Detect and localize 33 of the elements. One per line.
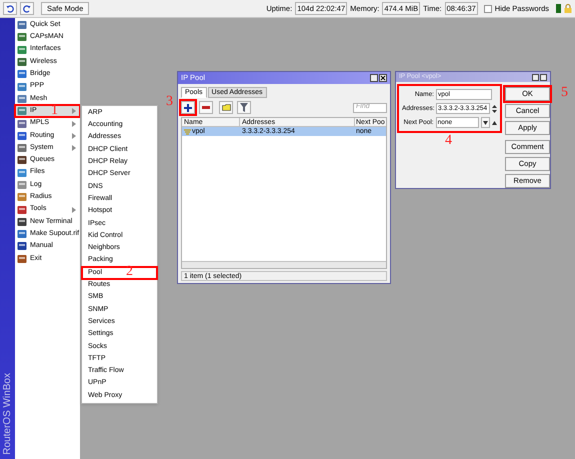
remove-button[interactable] xyxy=(199,101,213,114)
status-indicator-icon xyxy=(556,4,561,13)
annotation-number: 3 xyxy=(166,95,173,109)
folder-icon xyxy=(222,104,230,111)
close-button[interactable] xyxy=(379,74,387,82)
undo-icon xyxy=(6,4,14,12)
down-arrow-icon xyxy=(483,120,488,125)
filter-button[interactable] xyxy=(237,101,251,114)
spinner-arrows-icon[interactable] xyxy=(492,104,497,112)
up-arrow-icon[interactable] xyxy=(492,120,498,124)
redo-button[interactable] xyxy=(20,2,34,15)
close-button[interactable] xyxy=(540,74,547,80)
dropdown-button[interactable] xyxy=(481,117,490,128)
brand-text: RouterOS WinBox xyxy=(1,373,14,455)
annotation-number: 1 xyxy=(51,104,58,118)
horizontal-scrollbar[interactable] xyxy=(182,261,386,268)
annotation-number: 2 xyxy=(126,264,133,279)
annotation-number: 4 xyxy=(445,134,452,148)
plus-icon xyxy=(184,104,192,112)
redo-icon xyxy=(23,4,31,12)
annotation-number: 5 xyxy=(561,86,568,100)
add-button[interactable] xyxy=(181,101,195,114)
close-icon xyxy=(380,75,386,81)
pool-icon xyxy=(184,128,191,134)
minus-icon xyxy=(202,106,210,109)
filter-icon xyxy=(240,103,248,112)
undo-button[interactable] xyxy=(3,2,17,15)
comment-button[interactable] xyxy=(219,101,233,114)
lock-icon xyxy=(564,4,572,13)
menu-item-icon xyxy=(17,106,27,116)
maximize-button[interactable] xyxy=(370,74,378,82)
checkbox[interactable] xyxy=(484,4,492,12)
maximize-button[interactable] xyxy=(532,74,539,80)
